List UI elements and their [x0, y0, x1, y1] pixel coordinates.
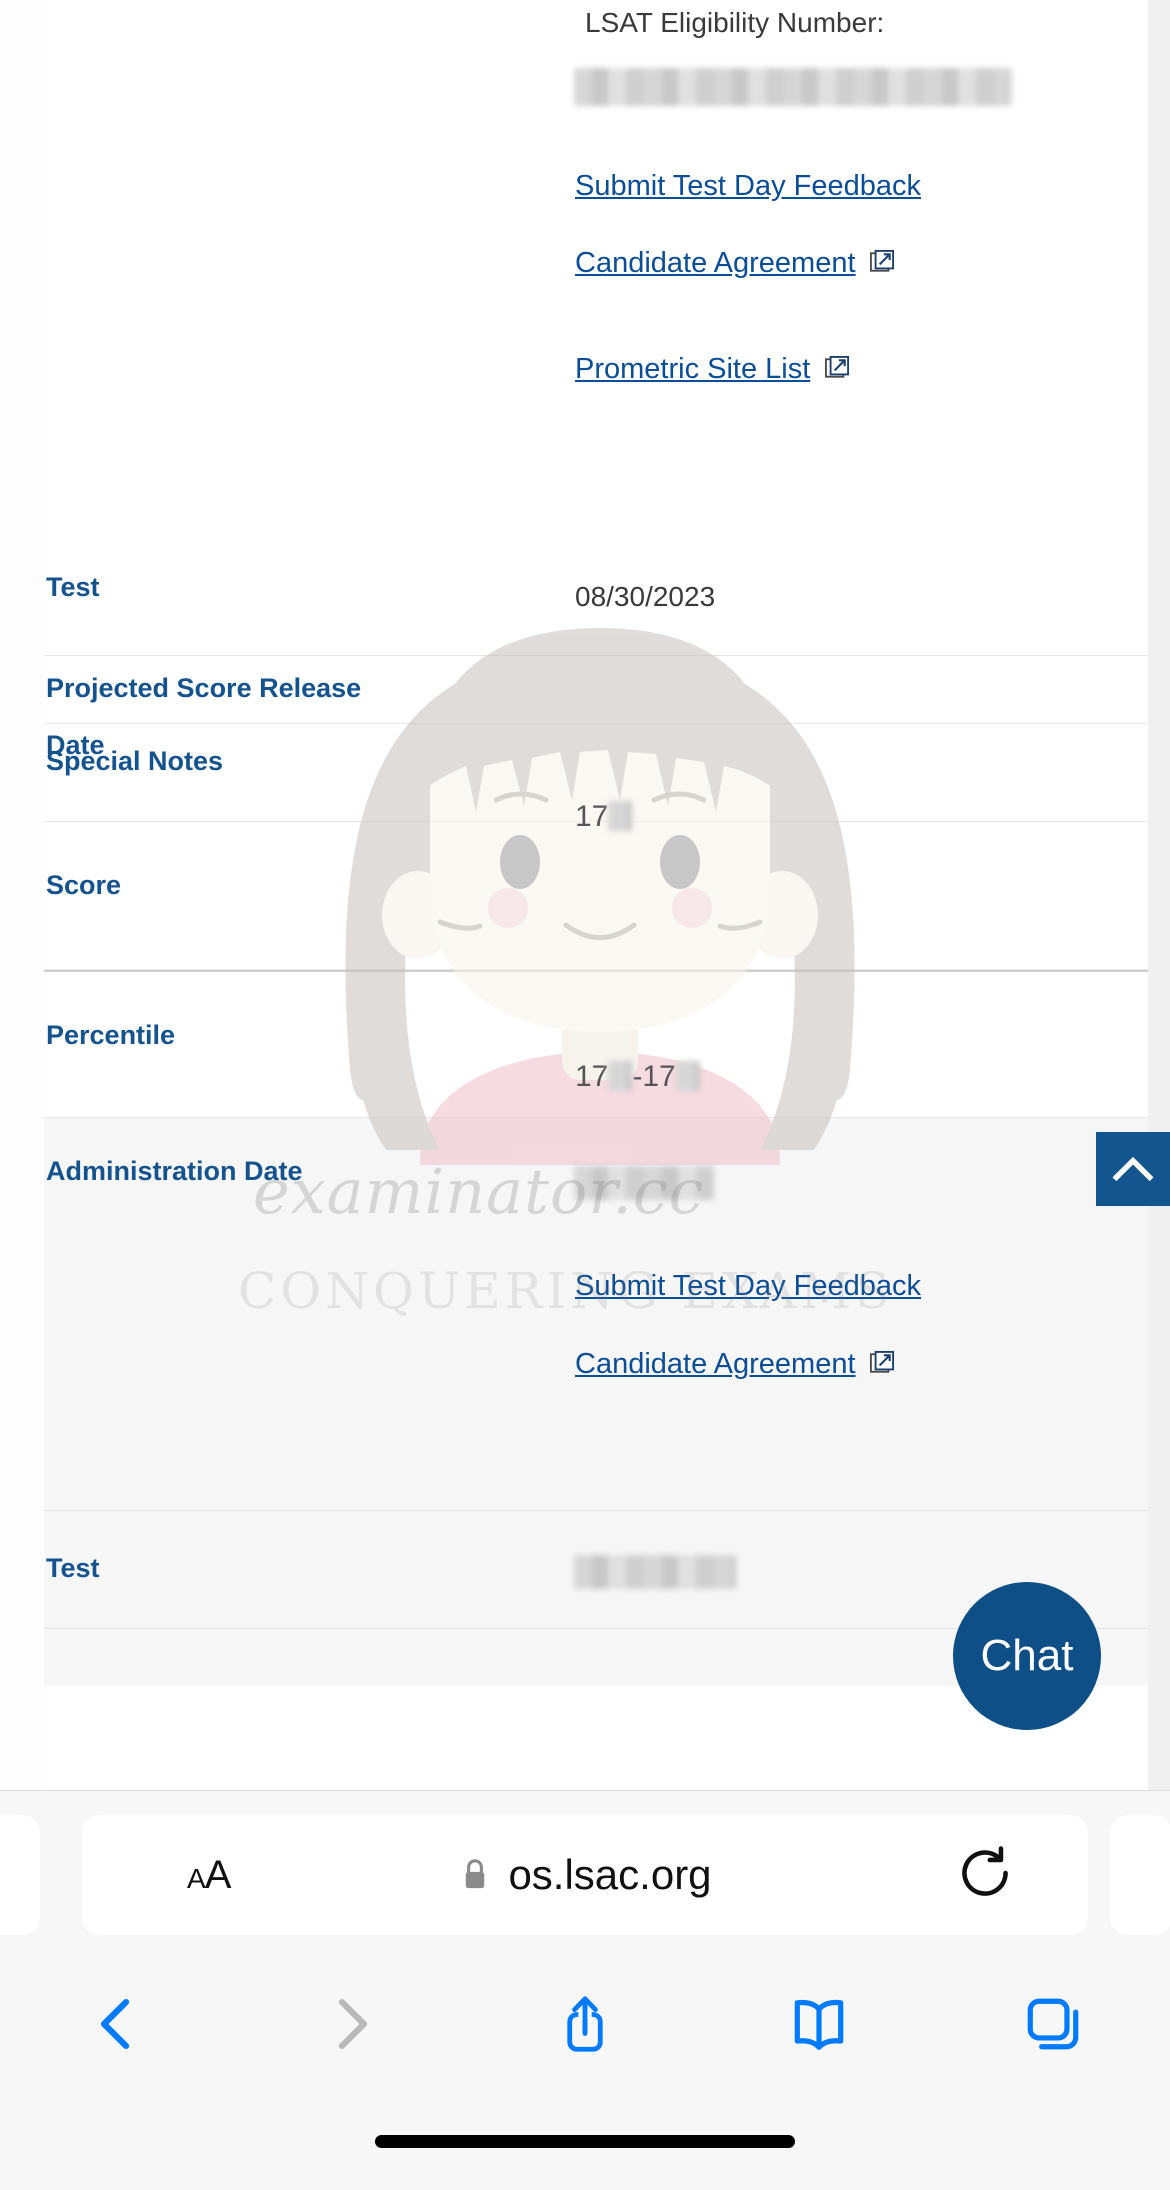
percentile-partial-text: 17 [575, 1060, 609, 1093]
browser-toolbar [0, 1959, 1170, 2089]
reload-button[interactable] [956, 1844, 1014, 1907]
row-label-percentile: Percentile [46, 1020, 176, 1050]
candidate-agreement-link[interactable]: Candidate Agreement [575, 1348, 856, 1380]
page-left-gutter [0, 0, 44, 1790]
eligibility-number-redacted [574, 68, 1012, 106]
test-value-redacted [574, 1555, 736, 1589]
administration-block: Administration Date Submit Test Day Feed… [44, 1118, 1148, 1510]
chevron-left-icon [100, 1998, 130, 2050]
external-link-icon [823, 354, 851, 387]
tab-strip: AA os.lsac.org [0, 1815, 1170, 1935]
row-label-test: Test [46, 572, 100, 602]
submit-test-day-feedback-link[interactable]: Submit Test Day Feedback [575, 1270, 921, 1303]
table-row: Score [44, 822, 1148, 970]
prometric-site-list-link[interactable]: Prometric Site List [575, 353, 810, 385]
row-label-test-2: Test [46, 1553, 100, 1583]
percentile-redaction-a [608, 1061, 633, 1091]
back-button[interactable] [0, 1993, 234, 2055]
lock-icon [466, 1859, 485, 1889]
administration-date-redacted [574, 1166, 714, 1200]
adjacent-tab-left[interactable] [0, 1815, 40, 1935]
page-right-gutter [1148, 0, 1170, 1790]
score-row-redacted-value: 17 [575, 800, 633, 834]
url-display: os.lsac.org [82, 1851, 1088, 1899]
test-details-table: LSAT Eligibility Number: Submit Test Day… [44, 0, 1148, 1686]
adjacent-tab-right[interactable] [1110, 1815, 1170, 1935]
chat-button[interactable]: Chat [953, 1582, 1101, 1730]
prometric-site-list-row: Prometric Site List [575, 353, 851, 387]
tabs-button[interactable] [936, 1993, 1170, 2055]
table-row: Test 08/30/2023 [44, 528, 1148, 656]
percentile-row-redacted-value: 17 -17 [575, 1060, 700, 1094]
webpage-viewport: examinator.cc CONQUERING EXAMS LSAT Elig… [0, 0, 1170, 1790]
url-text: os.lsac.org [508, 1851, 712, 1898]
eligibility-block: LSAT Eligibility Number: Submit Test Day… [44, 0, 1148, 528]
table-row: Projected Score Release [44, 656, 1148, 724]
bookmarks-button[interactable] [702, 1993, 936, 2055]
score-redaction [608, 801, 633, 831]
share-icon [567, 1996, 603, 2052]
address-bar[interactable]: AA os.lsac.org [82, 1815, 1088, 1935]
score-partial-text: 17 [575, 800, 609, 833]
eligibility-number-label: LSAT Eligibility Number: [585, 7, 885, 38]
screen: examinator.cc CONQUERING EXAMS LSAT Elig… [0, 0, 1170, 2190]
row-label-projected-score-release: Projected Score Release [46, 673, 362, 703]
safari-browser-chrome: AA os.lsac.org [0, 1790, 1170, 2190]
row-value-test-date: 08/30/2023 [575, 581, 716, 612]
chevron-up-icon [1112, 1156, 1154, 1182]
table-row: Percentile [44, 970, 1148, 1118]
row-label-special-notes: Special Notes [46, 746, 224, 776]
chevron-right-icon [338, 1998, 368, 2050]
candidate-agreement-link[interactable]: Candidate Agreement [575, 247, 856, 279]
home-indicator [375, 2135, 795, 2148]
reload-icon [962, 1845, 1008, 1896]
chat-button-label: Chat [980, 1631, 1074, 1680]
forward-button[interactable] [234, 1993, 468, 2055]
external-link-icon [868, 248, 896, 281]
external-link-icon [868, 1349, 896, 1382]
scroll-to-top-button[interactable] [1096, 1132, 1170, 1206]
submit-test-day-feedback-link[interactable]: Submit Test Day Feedback [575, 170, 921, 203]
candidate-agreement-row: Candidate Agreement [575, 1348, 896, 1382]
book-icon [794, 1999, 844, 2050]
percentile-dash: -17 [632, 1060, 676, 1093]
candidate-agreement-row: Candidate Agreement [575, 247, 896, 281]
row-label-administration-date: Administration Date [46, 1156, 303, 1186]
row-label-score: Score [46, 870, 122, 900]
percentile-redaction-b [675, 1061, 700, 1091]
tabs-icon [1027, 1998, 1079, 2050]
share-button[interactable] [468, 1993, 702, 2055]
